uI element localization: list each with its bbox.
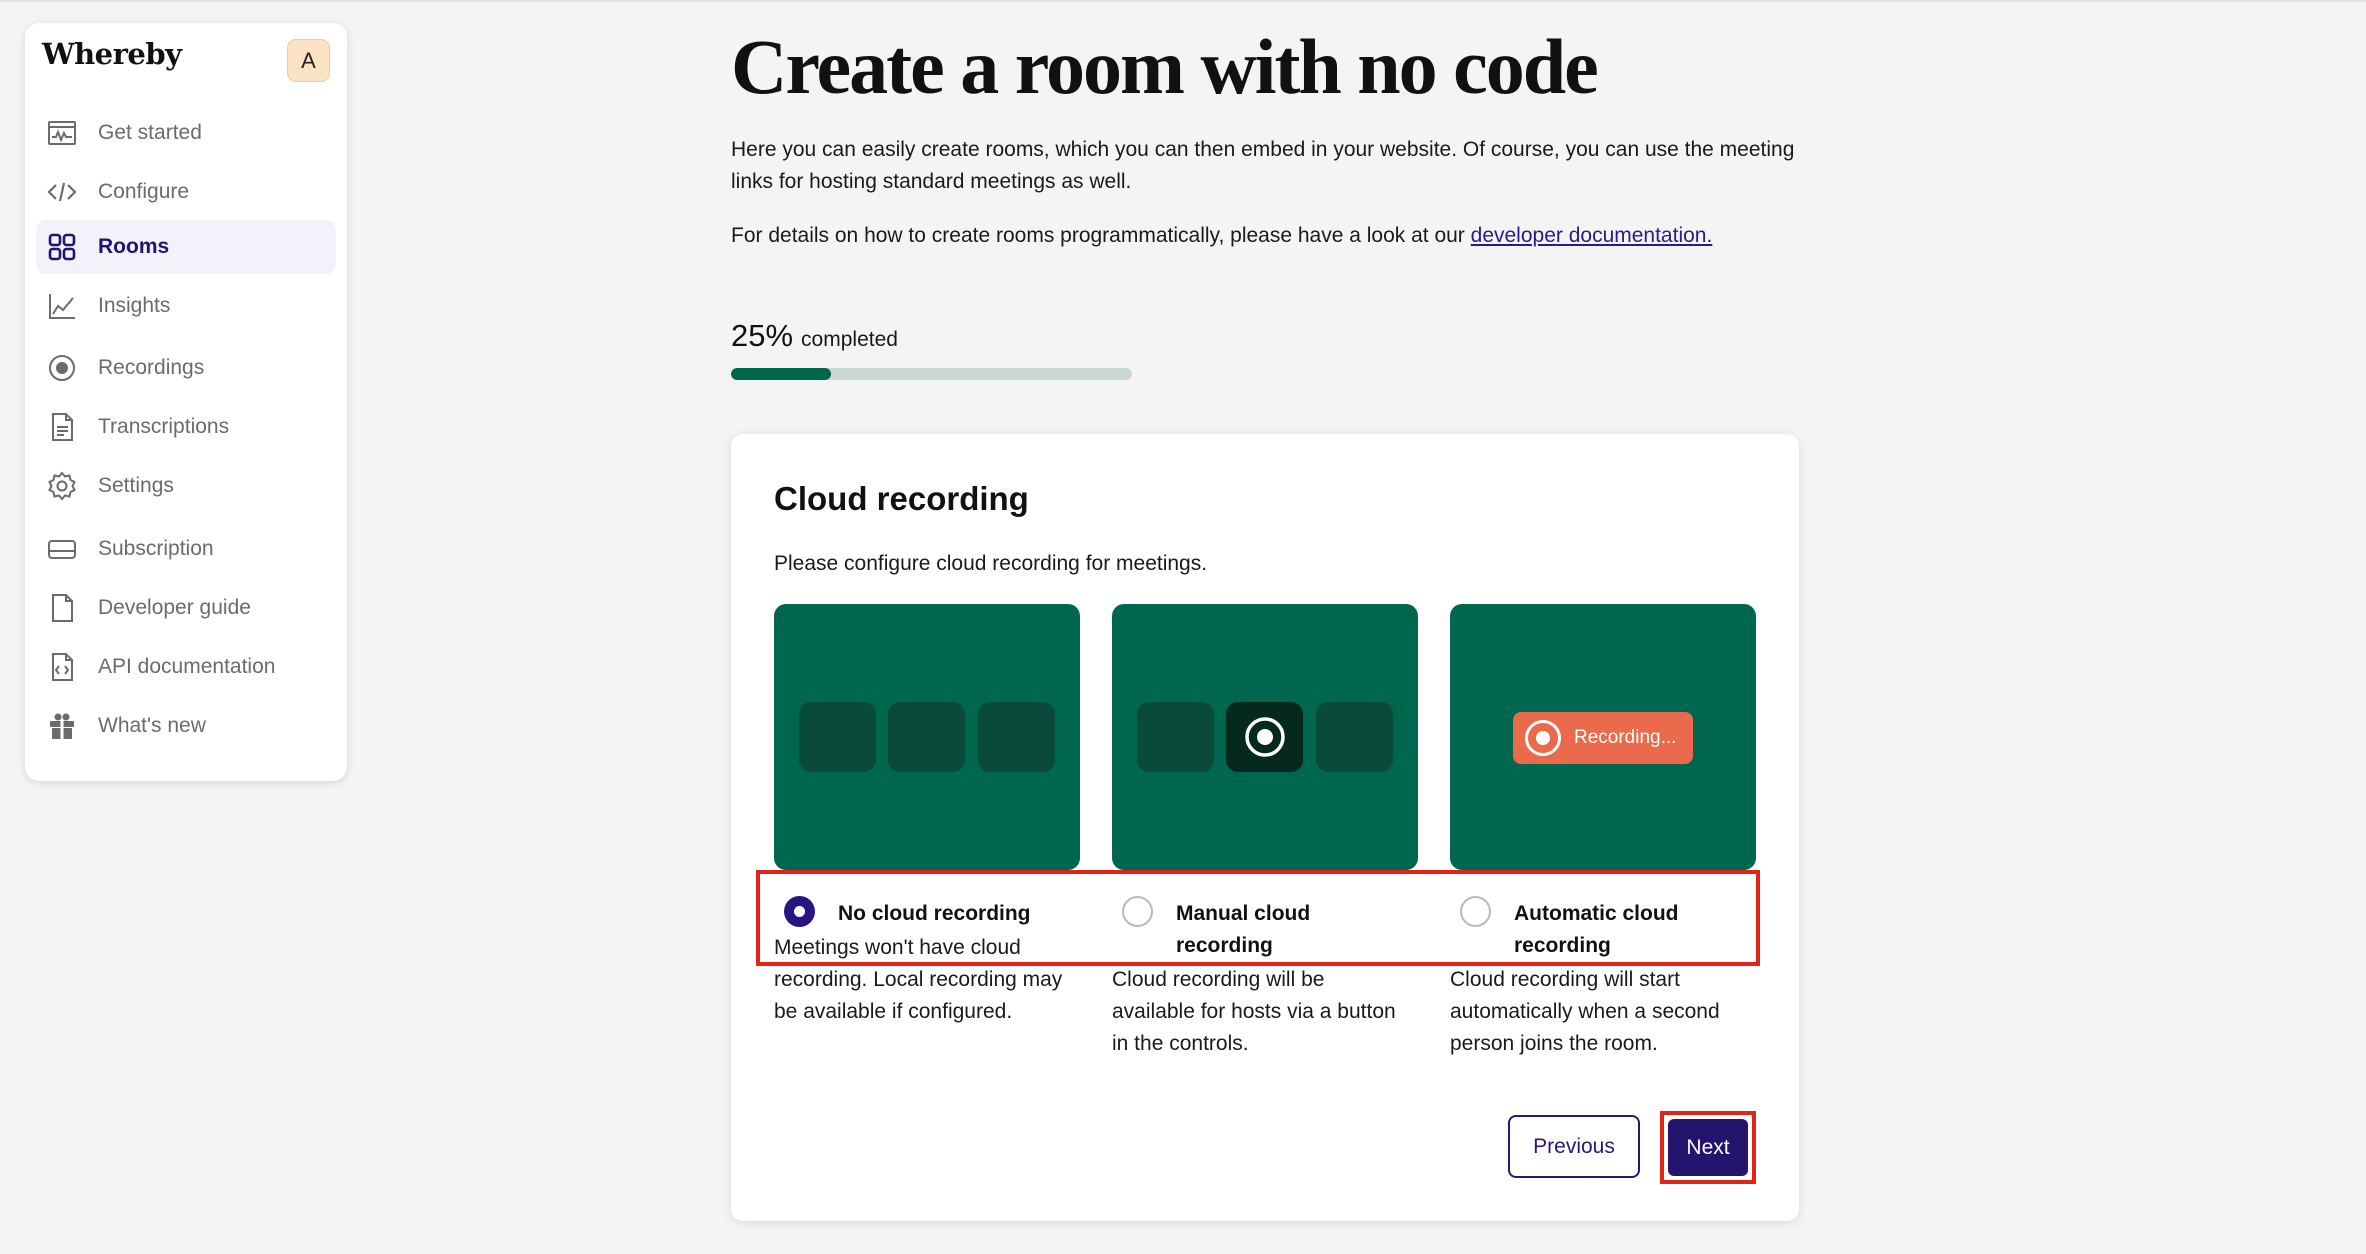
- record-icon: [46, 352, 78, 384]
- participant-tile: [799, 702, 876, 772]
- sidebar-item-label: Settings: [98, 474, 174, 497]
- participant-tile: [1316, 702, 1393, 772]
- sidebar-item-transcriptions[interactable]: Transcriptions: [36, 400, 336, 454]
- participant-tile: [1137, 702, 1214, 772]
- top-divider: [0, 0, 2366, 2]
- sidebar-item-configure[interactable]: Configure: [36, 165, 336, 219]
- sidebar-item-settings[interactable]: Settings: [36, 459, 336, 513]
- preview-automatic-cloud-recording[interactable]: Recording...: [1450, 604, 1756, 870]
- progress-completed-label: completed: [801, 328, 898, 351]
- option-description: Meetings won't have cloud recording. Loc…: [774, 936, 1063, 1023]
- whereby-logo[interactable]: Whereby: [42, 37, 182, 71]
- preview-manual-cloud-recording[interactable]: [1112, 604, 1418, 870]
- details-text: For details on how to create rooms progr…: [731, 220, 1712, 252]
- document-text-icon: [46, 411, 78, 443]
- option-description: Cloud recording will start automatically…: [1450, 968, 1720, 1055]
- sidebar-item-label: Transcriptions: [98, 415, 230, 438]
- progress-bar-fill: [731, 368, 832, 380]
- radio-no-cloud-recording[interactable]: [784, 896, 815, 927]
- radio-manual-cloud-recording[interactable]: [1122, 896, 1153, 927]
- sidebar-item-label: Recordings: [98, 356, 205, 379]
- option-label: No cloud recording: [838, 902, 1031, 925]
- page-title: Create a room with no code: [731, 23, 1599, 110]
- sidebar-item-label: Configure: [98, 180, 190, 203]
- sidebar-item-developer-guide[interactable]: Developer guide: [36, 581, 336, 635]
- radio-automatic-cloud-recording[interactable]: [1460, 896, 1491, 927]
- sidebar: Whereby A Get started Configure Rooms In…: [25, 23, 347, 781]
- card-icon: [46, 533, 78, 565]
- sidebar-item-whats-new[interactable]: What's new: [36, 699, 336, 753]
- sidebar-item-label: What's new: [98, 714, 206, 737]
- sidebar-item-recordings[interactable]: Recordings: [36, 341, 336, 395]
- participant-tile: [888, 702, 965, 772]
- sidebar-item-label: Get started: [98, 121, 202, 144]
- sidebar-item-label: Subscription: [98, 537, 214, 560]
- record-icon: [1525, 720, 1561, 756]
- progress-bar: [731, 368, 1132, 380]
- next-button[interactable]: Next: [1668, 1119, 1748, 1176]
- activity-chart-icon: [46, 117, 78, 149]
- file-icon: [46, 592, 78, 624]
- sidebar-item-label: Rooms: [98, 235, 170, 258]
- sidebar-item-rooms[interactable]: Rooms: [36, 220, 336, 274]
- record-icon: [1244, 717, 1285, 757]
- recording-badge-label: Recording...: [1574, 727, 1677, 748]
- details-prefix: For details on how to create rooms progr…: [731, 224, 1471, 247]
- developer-documentation-link[interactable]: developer documentation.: [1471, 224, 1713, 247]
- grid-icon: [46, 231, 78, 263]
- option-label: Manual cloud recording: [1176, 902, 1311, 957]
- option-label: Automatic cloud recording: [1514, 902, 1679, 957]
- preview-no-cloud-recording[interactable]: [774, 604, 1080, 870]
- user-avatar[interactable]: A: [287, 39, 330, 82]
- record-button-tile: [1226, 702, 1303, 772]
- sidebar-item-get-started[interactable]: Get started: [36, 106, 336, 160]
- intro-text: Here you can easily create rooms, which …: [731, 138, 1795, 193]
- card-subtitle: Please configure cloud recording for mee…: [774, 552, 1208, 575]
- sidebar-item-subscription[interactable]: Subscription: [36, 522, 336, 576]
- code-file-icon: [46, 651, 78, 683]
- recording-badge: Recording...: [1513, 712, 1693, 764]
- sidebar-item-label: Insights: [98, 294, 171, 317]
- gear-icon: [46, 470, 78, 502]
- sidebar-item-label: API documentation: [98, 655, 276, 678]
- sidebar-item-label: Developer guide: [98, 596, 251, 619]
- cloud-recording-card: Cloud recording Please configure cloud r…: [731, 434, 1799, 1221]
- line-chart-icon: [46, 290, 78, 322]
- option-description: Cloud recording will be available for ho…: [1112, 968, 1396, 1055]
- card-title: Cloud recording: [774, 480, 1029, 517]
- progress-label: 25% completed: [731, 318, 898, 354]
- previous-button[interactable]: Previous: [1508, 1115, 1640, 1178]
- sidebar-item-insights[interactable]: Insights: [36, 279, 336, 333]
- gift-icon: [46, 710, 78, 742]
- progress-percent: 25%: [731, 318, 794, 353]
- next-button-highlight: Next: [1660, 1111, 1756, 1184]
- participant-tile: [978, 702, 1055, 772]
- code-icon: [46, 176, 78, 208]
- sidebar-item-api-documentation[interactable]: API documentation: [36, 640, 336, 694]
